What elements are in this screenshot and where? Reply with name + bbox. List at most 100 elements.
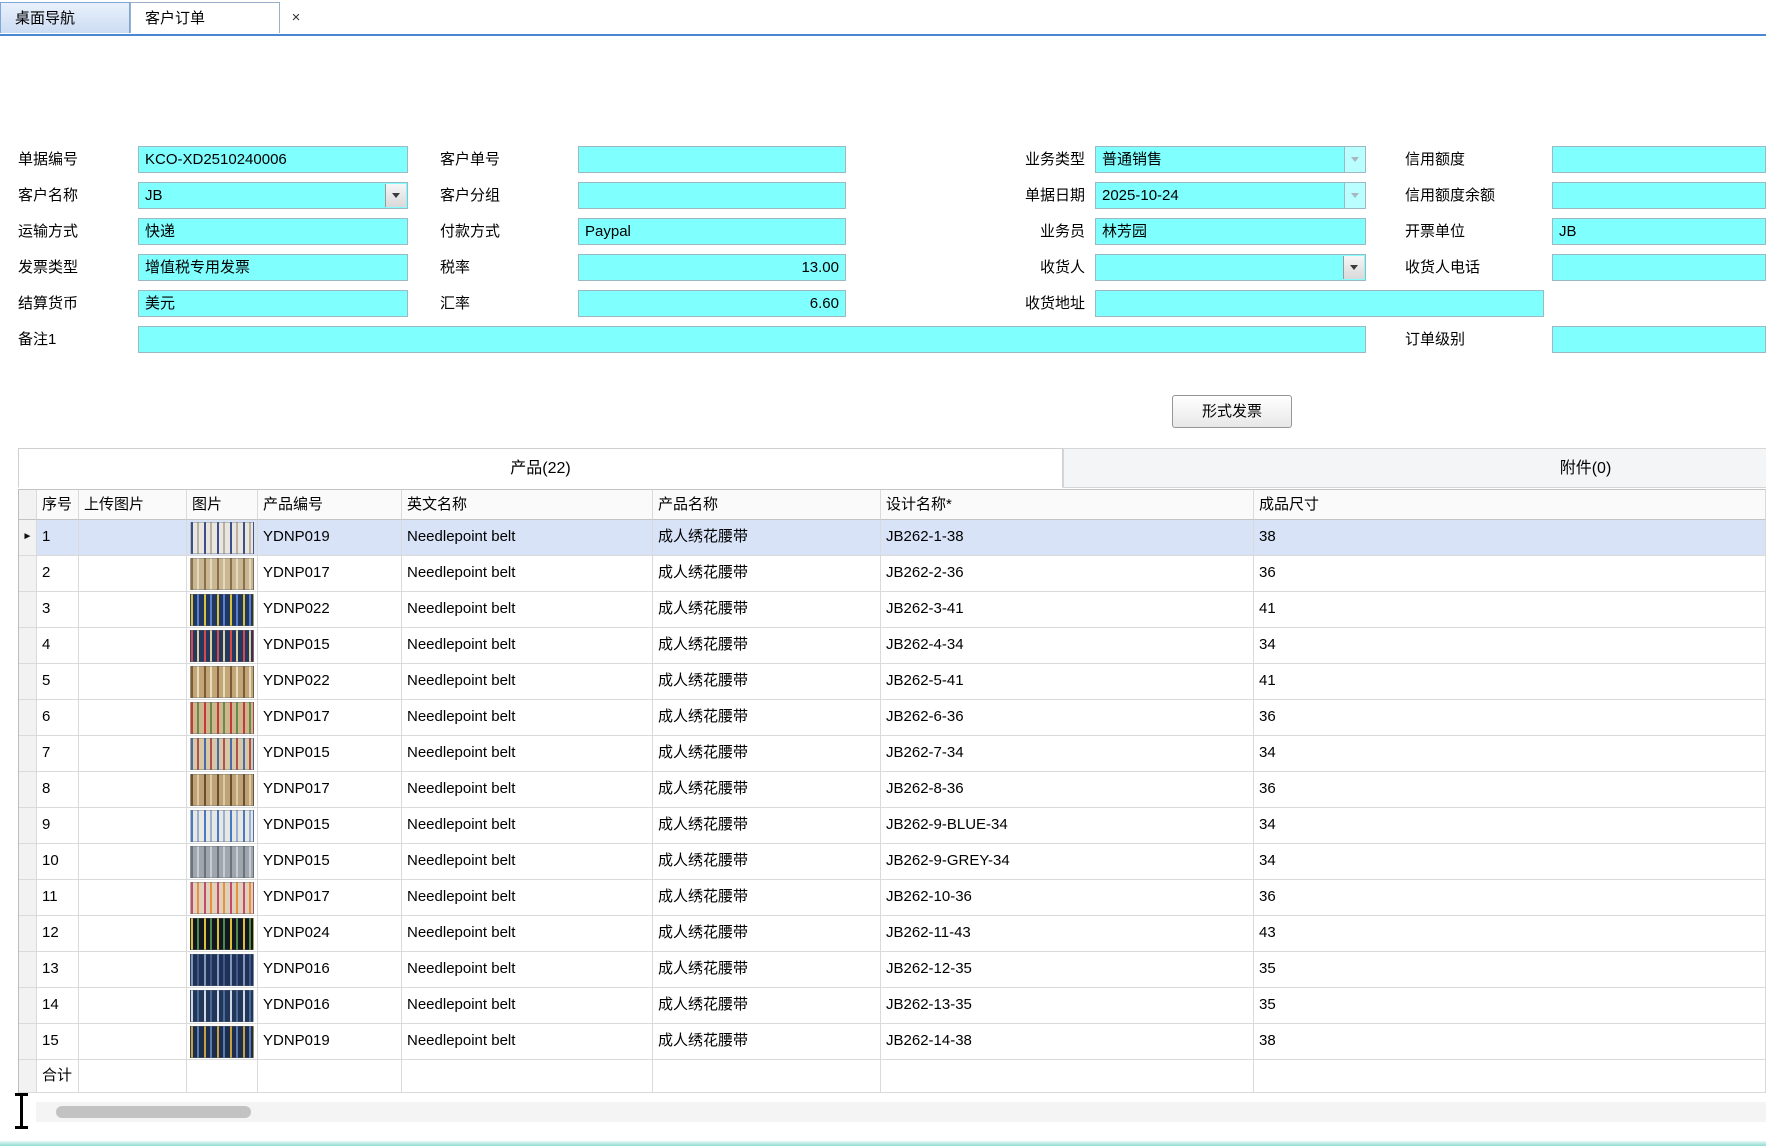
cell-product-code[interactable]: YDNP015 bbox=[258, 844, 402, 880]
cell-design-name[interactable]: JB262-5-41 bbox=[881, 664, 1254, 700]
cell-image[interactable] bbox=[187, 700, 258, 736]
cell-english-name[interactable]: Needlepoint belt bbox=[402, 520, 653, 556]
salesperson-field[interactable]: 林芳园 bbox=[1095, 218, 1366, 245]
cell-seq[interactable]: 14 bbox=[37, 988, 79, 1024]
cell-size[interactable]: 36 bbox=[1254, 700, 1766, 736]
table-row[interactable]: 3 YDNP022 Needlepoint belt 成人绣花腰带 JB262-… bbox=[19, 592, 1766, 628]
cell-product-code[interactable]: YDNP017 bbox=[258, 772, 402, 808]
cell-product-name[interactable]: 成人绣花腰带 bbox=[653, 988, 881, 1024]
cell-product-name[interactable]: 成人绣花腰带 bbox=[653, 664, 881, 700]
table-row[interactable]: 10 YDNP015 Needlepoint belt 成人绣花腰带 JB262… bbox=[19, 844, 1766, 880]
cell-seq[interactable]: 13 bbox=[37, 952, 79, 988]
cell-upload-image[interactable] bbox=[79, 988, 187, 1024]
credit-limit-field[interactable] bbox=[1552, 146, 1766, 173]
close-icon[interactable]: × bbox=[286, 8, 306, 28]
cell-size[interactable]: 36 bbox=[1254, 880, 1766, 916]
tab-customer-order[interactable]: 客户订单 bbox=[130, 2, 280, 33]
cell-image[interactable] bbox=[187, 1024, 258, 1060]
business-type-field[interactable]: 普通销售 bbox=[1095, 146, 1366, 173]
customer-name-field[interactable]: JB bbox=[138, 182, 408, 209]
cell-product-code[interactable]: YDNP015 bbox=[258, 736, 402, 772]
cell-seq[interactable]: 6 bbox=[37, 700, 79, 736]
cell-seq[interactable]: 11 bbox=[37, 880, 79, 916]
doc-date-dropdown-icon[interactable] bbox=[1344, 183, 1365, 208]
cell-english-name[interactable]: Needlepoint belt bbox=[402, 808, 653, 844]
cell-product-name[interactable]: 成人绣花腰带 bbox=[653, 772, 881, 808]
cell-image[interactable] bbox=[187, 628, 258, 664]
product-thumbnail[interactable] bbox=[190, 954, 254, 986]
customer-order-no-field[interactable] bbox=[578, 146, 846, 173]
cell-upload-image[interactable] bbox=[79, 700, 187, 736]
col-product-name[interactable]: 产品名称 bbox=[653, 489, 881, 520]
col-size[interactable]: 成品尺寸 bbox=[1254, 489, 1766, 520]
table-row[interactable]: 6 YDNP017 Needlepoint belt 成人绣花腰带 JB262-… bbox=[19, 700, 1766, 736]
cell-english-name[interactable]: Needlepoint belt bbox=[402, 772, 653, 808]
cell-product-code[interactable]: YDNP016 bbox=[258, 952, 402, 988]
table-row[interactable]: 15 YDNP019 Needlepoint belt 成人绣花腰带 JB262… bbox=[19, 1024, 1766, 1060]
product-thumbnail[interactable] bbox=[190, 558, 254, 590]
col-product-code[interactable]: 产品编号 bbox=[258, 489, 402, 520]
cell-product-name[interactable]: 成人绣花腰带 bbox=[653, 1024, 881, 1060]
cell-image[interactable] bbox=[187, 880, 258, 916]
payment-method-field[interactable]: Paypal bbox=[578, 218, 846, 245]
product-thumbnail[interactable] bbox=[190, 990, 254, 1022]
cell-image[interactable] bbox=[187, 664, 258, 700]
cell-product-name[interactable]: 成人绣花腰带 bbox=[653, 520, 881, 556]
tab-products[interactable]: 产品(22) bbox=[18, 448, 1063, 488]
table-row[interactable]: 9 YDNP015 Needlepoint belt 成人绣花腰带 JB262-… bbox=[19, 808, 1766, 844]
doc-date-field[interactable]: 2025-10-24 bbox=[1095, 182, 1366, 209]
cell-design-name[interactable]: JB262-9-BLUE-34 bbox=[881, 808, 1254, 844]
cell-seq[interactable]: 7 bbox=[37, 736, 79, 772]
cell-image[interactable] bbox=[187, 556, 258, 592]
cell-size[interactable]: 41 bbox=[1254, 592, 1766, 628]
order-level-field[interactable] bbox=[1552, 326, 1766, 353]
cell-size[interactable]: 35 bbox=[1254, 952, 1766, 988]
credit-balance-field[interactable] bbox=[1552, 182, 1766, 209]
cell-upload-image[interactable] bbox=[79, 664, 187, 700]
cell-image[interactable] bbox=[187, 988, 258, 1024]
cell-upload-image[interactable] bbox=[79, 880, 187, 916]
cell-upload-image[interactable] bbox=[79, 1024, 187, 1060]
table-row[interactable]: 12 YDNP024 Needlepoint belt 成人绣花腰带 JB262… bbox=[19, 916, 1766, 952]
cell-product-name[interactable]: 成人绣花腰带 bbox=[653, 628, 881, 664]
horizontal-scrollbar-thumb[interactable] bbox=[56, 1106, 251, 1118]
cell-product-code[interactable]: YDNP017 bbox=[258, 556, 402, 592]
cell-design-name[interactable]: JB262-10-36 bbox=[881, 880, 1254, 916]
tax-rate-field[interactable]: 13.00 bbox=[578, 254, 846, 281]
cell-product-name[interactable]: 成人绣花腰带 bbox=[653, 952, 881, 988]
table-row[interactable]: 4 YDNP015 Needlepoint belt 成人绣花腰带 JB262-… bbox=[19, 628, 1766, 664]
doc-no-field[interactable]: KCO-XD2510240006 bbox=[138, 146, 408, 173]
cell-design-name[interactable]: JB262-6-36 bbox=[881, 700, 1254, 736]
table-row[interactable]: ► 1 YDNP019 Needlepoint belt 成人绣花腰带 JB26… bbox=[19, 520, 1766, 556]
cell-upload-image[interactable] bbox=[79, 844, 187, 880]
col-seq[interactable]: 序号 bbox=[37, 489, 79, 520]
cell-product-code[interactable]: YDNP015 bbox=[258, 628, 402, 664]
cell-upload-image[interactable] bbox=[79, 808, 187, 844]
cell-english-name[interactable]: Needlepoint belt bbox=[402, 628, 653, 664]
cell-design-name[interactable]: JB262-12-35 bbox=[881, 952, 1254, 988]
cell-product-code[interactable]: YDNP017 bbox=[258, 880, 402, 916]
cell-image[interactable] bbox=[187, 592, 258, 628]
cell-design-name[interactable]: JB262-11-43 bbox=[881, 916, 1254, 952]
cell-size[interactable]: 35 bbox=[1254, 988, 1766, 1024]
cell-upload-image[interactable] bbox=[79, 736, 187, 772]
product-thumbnail[interactable] bbox=[190, 522, 254, 554]
cell-english-name[interactable]: Needlepoint belt bbox=[402, 1024, 653, 1060]
cell-image[interactable] bbox=[187, 844, 258, 880]
cell-image[interactable] bbox=[187, 736, 258, 772]
tab-desktop-navigation[interactable]: 桌面导航 bbox=[0, 2, 130, 33]
cell-design-name[interactable]: JB262-9-GREY-34 bbox=[881, 844, 1254, 880]
note1-field[interactable] bbox=[138, 326, 1366, 353]
cell-size[interactable]: 43 bbox=[1254, 916, 1766, 952]
table-row[interactable]: 14 YDNP016 Needlepoint belt 成人绣花腰带 JB262… bbox=[19, 988, 1766, 1024]
product-thumbnail[interactable] bbox=[190, 882, 254, 914]
col-english-name[interactable]: 英文名称 bbox=[402, 489, 653, 520]
cell-design-name[interactable]: JB262-13-35 bbox=[881, 988, 1254, 1024]
cell-english-name[interactable]: Needlepoint belt bbox=[402, 916, 653, 952]
cell-image[interactable] bbox=[187, 520, 258, 556]
cell-image[interactable] bbox=[187, 952, 258, 988]
product-thumbnail[interactable] bbox=[190, 666, 254, 698]
cell-english-name[interactable]: Needlepoint belt bbox=[402, 736, 653, 772]
cell-size[interactable]: 38 bbox=[1254, 1024, 1766, 1060]
shipping-method-field[interactable]: 快递 bbox=[138, 218, 408, 245]
